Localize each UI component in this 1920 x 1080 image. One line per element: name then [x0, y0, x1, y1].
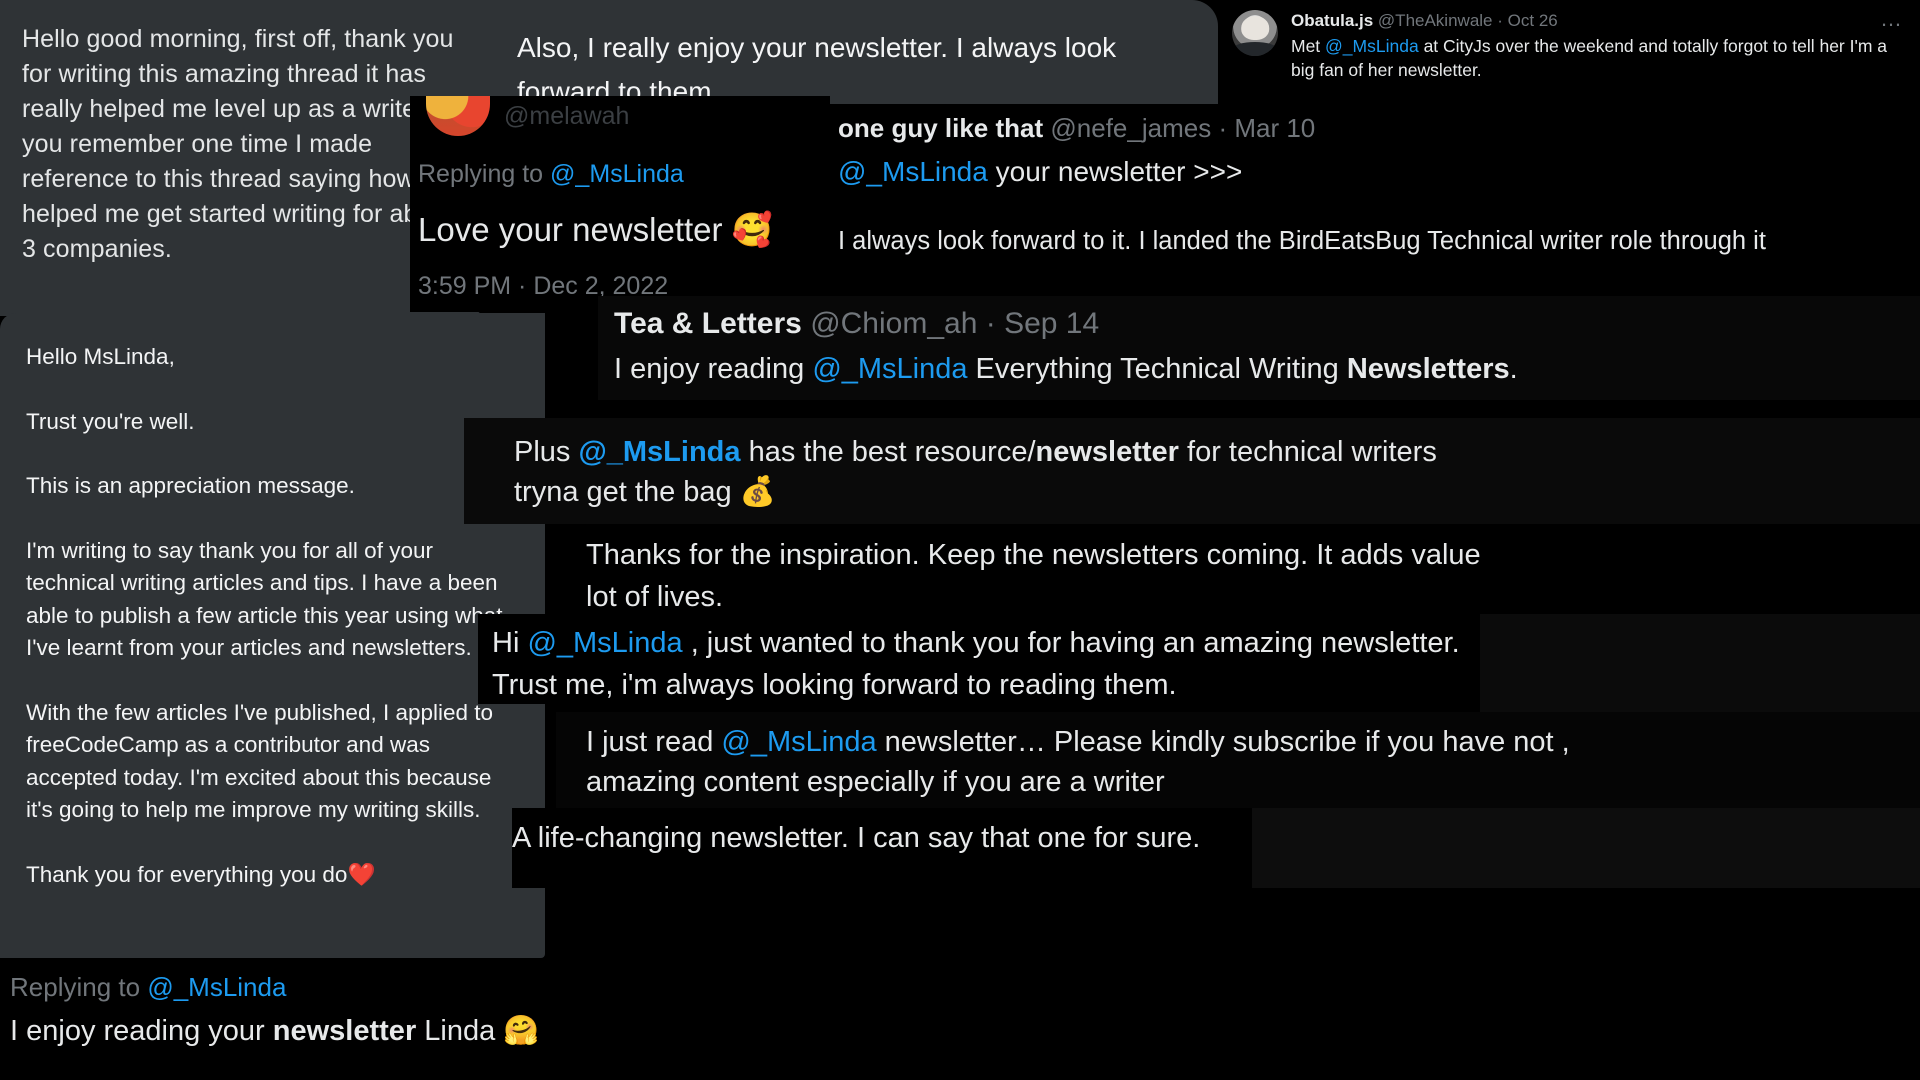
background-filler-bottom	[1252, 808, 1920, 888]
mention-mslinda[interactable]: @_MsLinda	[721, 726, 876, 758]
heart-icon: ❤️	[347, 861, 376, 887]
mention-mslinda[interactable]: @_MsLinda	[527, 627, 682, 659]
body-mid: Everything Technical Writing	[967, 353, 1347, 385]
user-handle[interactable]: @Chiom_ah	[810, 307, 977, 340]
tweet-body-line-2: amazing content especially if you are a …	[586, 766, 1165, 798]
tweet-body-line-1: Hi @_MsLinda , just wanted to thank you …	[492, 622, 1480, 664]
background-filler-right	[1480, 614, 1920, 712]
display-name[interactable]: one guy like that	[838, 113, 1043, 143]
replying-to-line: Replying to @_MsLinda	[10, 970, 600, 1004]
tweet-body-line-2: I always look forward to it. I landed th…	[838, 227, 1766, 255]
user-handle[interactable]: @nefe_james	[1050, 113, 1211, 143]
tweet-body-line-1: Plus @_MsLinda has the best resource/new…	[514, 432, 1920, 472]
tweet-thanks-inspiration: Thanks for the inspiration. Keep the new…	[556, 524, 1920, 614]
body-post: .	[1509, 353, 1518, 385]
tweet-body-line-2: Trust me, i'm always looking forward to …	[492, 669, 1177, 701]
body-post: your newsletter >>>	[987, 156, 1243, 187]
separator-dot: ·	[1497, 11, 1503, 30]
avatar[interactable]	[426, 96, 490, 136]
body-pre: Plus	[514, 436, 579, 468]
user-handle[interactable]: @TheAkinwale	[1378, 11, 1493, 30]
tweet-nefe-james: one guy like that @nefe_james · Mar 10 @…	[830, 104, 1920, 280]
hugging-face-icon: 🤗	[503, 1015, 540, 1047]
dm-closing: Thank you for everything you do❤️	[26, 859, 515, 892]
tweet-just-read-newsletter: I just read @_MsLinda newsletter… Please…	[556, 712, 1920, 808]
body-pre: Met	[1291, 36, 1326, 56]
user-handle-faded[interactable]: @melawah	[504, 102, 629, 131]
mention-mslinda[interactable]: @_MsLinda	[838, 156, 988, 187]
mention-mslinda[interactable]: @_MsLinda	[578, 436, 740, 468]
tweet-plus-best-resource: Plus @_MsLinda has the best resource/new…	[464, 418, 1920, 524]
replying-to-label: Replying to	[10, 972, 148, 1002]
mention-mslinda[interactable]: @_MsLinda	[812, 353, 967, 385]
body-line2-text: tryna get the bag	[514, 476, 740, 508]
tweet-date[interactable]: Sep 14	[1004, 307, 1099, 340]
more-options-icon[interactable]: …	[1880, 8, 1904, 30]
tweet-header: Tea & Letters @Chiom_ah · Sep 14	[614, 304, 1920, 344]
body-bold: Newsletters	[1346, 353, 1510, 385]
dm-greeting: Hello MsLinda,	[26, 344, 175, 369]
tweet-body-line-1: Thanks for the inspiration. Keep the new…	[586, 539, 1481, 571]
tweet-text-post: Linda	[416, 1015, 504, 1047]
body-post: for technical writers	[1178, 436, 1437, 468]
body-pre: I enjoy reading	[614, 353, 813, 385]
avatar[interactable]	[1232, 10, 1278, 56]
tweet-body: I enjoy reading @_MsLinda Everything Tec…	[614, 349, 1920, 389]
body-pre: Hi	[492, 627, 528, 659]
dm-appreciation-body: Hello MsLinda, Trust you're well. This i…	[0, 313, 545, 891]
avatar-row: @melawah	[418, 96, 830, 136]
mention-mslinda[interactable]: @_MsLinda	[1325, 36, 1419, 56]
body-post: , just wanted to thank you for having an…	[682, 627, 1460, 659]
tweet-text: I enjoy reading your newsletter Linda 🤗	[10, 1010, 600, 1052]
dm-paragraph-2: This is an appreciation message.	[26, 473, 355, 498]
dm-paragraph-4: With the few articles I've published, I …	[26, 699, 494, 823]
tweet-text-bold: newsletter	[272, 1015, 417, 1047]
tweet-love-newsletter: @melawah Replying to @_MsLinda Love your…	[410, 96, 830, 312]
body-pre: I just read	[586, 726, 722, 758]
tweet-text-value: Love your newsletter	[418, 211, 732, 248]
tweet-body-line-2: lot of lives.	[586, 581, 723, 613]
smiling-face-hearts-icon: 🥰	[731, 211, 773, 248]
tweet-date[interactable]: Oct 26	[1508, 11, 1558, 30]
tweet-reply-bottom-left: Replying to @_MsLinda I enjoy reading yo…	[0, 958, 600, 1080]
tweet-header: one guy like that @nefe_james · Mar 10	[838, 110, 1920, 146]
tweet-header: Obatula.js @TheAkinwale · Oct 26	[1291, 10, 1906, 32]
body-mid: has the best resource/	[740, 436, 1036, 468]
display-name[interactable]: Tea & Letters	[614, 307, 802, 340]
tweet-body-line-1: Met @_MsLinda at CityJs over the weekend…	[1291, 34, 1906, 82]
separator-dot: ·	[1218, 113, 1228, 143]
tweet-body-line-2: tryna get the bag 💰	[514, 472, 1920, 512]
mention-mslinda[interactable]: @_MsLinda	[550, 160, 684, 188]
tweet-text-pre: I enjoy reading your	[10, 1015, 273, 1047]
tweet-text: Love your newsletter 🥰	[418, 211, 830, 250]
tweet-life-changing: A life-changing newsletter. I can say th…	[512, 808, 1252, 888]
tweet-tea-and-letters: Tea & Letters @Chiom_ah · Sep 14 I enjoy…	[598, 296, 1920, 400]
dm-paragraph-1: Trust you're well.	[26, 408, 195, 434]
dm-closing-text: Thank you for everything you do	[26, 861, 348, 887]
replying-to-label: Replying to	[418, 160, 551, 188]
money-bag-icon: 💰	[739, 476, 776, 508]
display-name[interactable]: Obatula.js	[1291, 11, 1373, 30]
tweet-date[interactable]: Mar 10	[1234, 113, 1315, 143]
dm-appreciation-card: Hello MsLinda, Trust you're well. This i…	[0, 313, 545, 958]
testimonial-collage: Hello good morning, first off, thank you…	[0, 0, 1920, 1080]
replying-to-line: Replying to @_MsLinda	[418, 160, 830, 189]
tweet-body-line-1: @_MsLinda your newsletter >>>	[838, 152, 1920, 192]
mention-mslinda[interactable]: @_MsLinda	[147, 972, 286, 1002]
body-bold: newsletter	[1035, 436, 1179, 468]
tweet-body-line-1: I just read @_MsLinda newsletter… Please…	[586, 722, 1920, 762]
body-post: newsletter… Please kindly subscribe if y…	[876, 726, 1570, 758]
dm-paragraph-3: I'm writing to say thank you for all of …	[26, 537, 503, 661]
separator-dot: ·	[985, 307, 996, 340]
tweet-hi-mslinda: Hi @_MsLinda , just wanted to thank you …	[478, 614, 1480, 704]
tweet-body-line-1: A life-changing newsletter. I can say th…	[512, 822, 1201, 854]
